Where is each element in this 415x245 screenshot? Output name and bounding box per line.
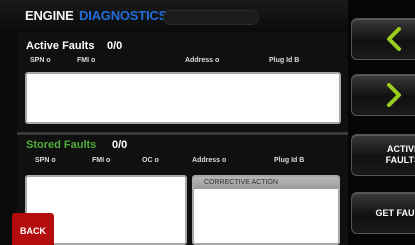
- sort-icon: o: [106, 157, 111, 164]
- previous-button[interactable]: [351, 18, 415, 60]
- column-label: Address: [192, 157, 221, 164]
- status-pill: [163, 10, 259, 25]
- column-header-plug-id[interactable]: Plug Id B: [269, 57, 299, 64]
- column-header-plug-id[interactable]: Plug Id B: [274, 157, 304, 164]
- column-label: FMI: [77, 57, 90, 64]
- sort-icon: o: [154, 157, 159, 164]
- active-faults-button-line2: FAULTS: [385, 155, 415, 165]
- active-faults-count: 0/0: [107, 40, 123, 52]
- sort-icon: o: [51, 157, 56, 164]
- sort-icon: o: [221, 157, 227, 164]
- column-header-oc[interactable]: OC o: [142, 157, 159, 164]
- title-bar: ENGINE DIAGNOSTICS: [0, 0, 348, 32]
- next-button[interactable]: [351, 74, 415, 116]
- active-faults-button[interactable]: ACTIVE FAULTS: [351, 134, 415, 176]
- sort-icon: o: [214, 57, 220, 64]
- title-diagnostics: DIAGNOSTICS: [79, 8, 168, 23]
- sort-icon: B: [294, 57, 300, 64]
- column-header-fmi[interactable]: FMI o: [77, 57, 95, 64]
- sort-icon: o: [46, 57, 51, 64]
- sort-icon: B: [299, 157, 305, 164]
- chevron-right-icon: [387, 83, 401, 107]
- active-faults-title: Active Faults: [26, 40, 95, 52]
- active-faults-section: Active Faults 0/0 SPN o FMI o Address o …: [17, 32, 348, 132]
- get-faults-button-label: GET FAUL: [375, 208, 415, 218]
- get-faults-button[interactable]: GET FAUL: [351, 192, 415, 234]
- chevron-left-icon: [387, 27, 401, 51]
- fault-panel: ENGINE DIAGNOSTICS Active Faults 0/0 SPN…: [0, 0, 348, 245]
- column-label: SPN: [30, 57, 45, 64]
- column-label: Address: [185, 57, 214, 64]
- column-header-spn[interactable]: SPN o: [35, 157, 56, 164]
- stored-faults-count: 0/0: [112, 139, 128, 151]
- active-faults-list[interactable]: [25, 72, 341, 124]
- column-label: Plug Id: [269, 57, 293, 64]
- corrective-action-box[interactable]: CORRECTIVE ACTION: [192, 175, 340, 245]
- column-header-address[interactable]: Address o: [192, 157, 226, 164]
- column-label: OC: [142, 157, 153, 164]
- column-label: FMI: [92, 157, 105, 164]
- title-engine: ENGINE: [25, 8, 74, 23]
- back-button[interactable]: BACK: [12, 213, 54, 245]
- corrective-action-label: CORRECTIVE ACTION: [194, 177, 338, 189]
- sort-icon: o: [91, 57, 96, 64]
- active-faults-button-line1: ACTIVE: [386, 144, 415, 154]
- column-header-spn[interactable]: SPN o: [30, 57, 51, 64]
- stored-faults-title: Stored Faults: [26, 139, 97, 151]
- column-header-fmi[interactable]: FMI o: [92, 157, 110, 164]
- column-header-address[interactable]: Address o: [185, 57, 219, 64]
- column-label: Plug Id: [274, 157, 298, 164]
- stored-faults-section: Stored Faults 0/0 SPN o FMI o OC o Addre…: [17, 135, 348, 245]
- column-label: SPN: [35, 157, 50, 164]
- engine-diagnostics-screen: ENGINE DIAGNOSTICS Active Faults 0/0 SPN…: [0, 0, 415, 245]
